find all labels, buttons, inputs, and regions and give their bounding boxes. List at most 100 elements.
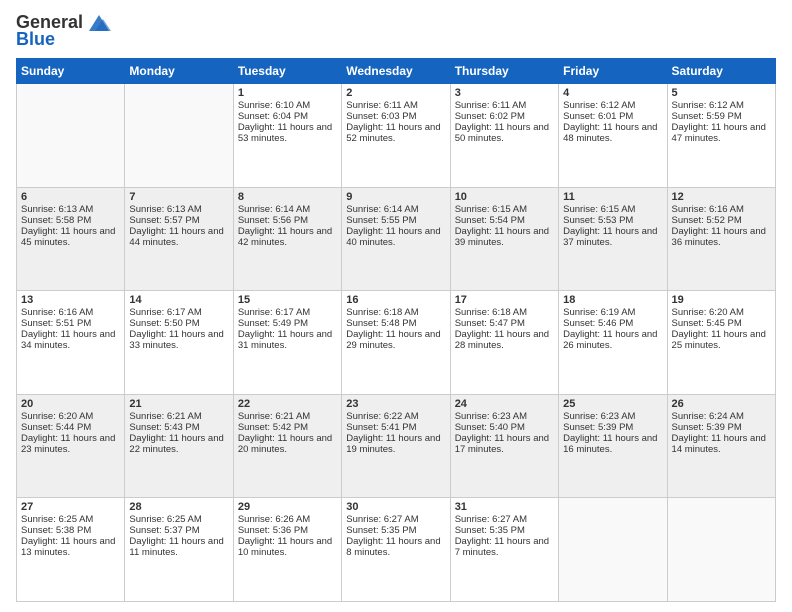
daylight-text: Daylight: 11 hours and 33 minutes. <box>129 329 228 351</box>
sunset-text: Sunset: 6:02 PM <box>455 111 554 122</box>
sunset-text: Sunset: 5:41 PM <box>346 422 445 433</box>
sunset-text: Sunset: 5:55 PM <box>346 215 445 226</box>
logo: General Blue <box>16 12 113 50</box>
calendar-cell: 16Sunrise: 6:18 AMSunset: 5:48 PMDayligh… <box>342 291 450 395</box>
calendar-cell: 5Sunrise: 6:12 AMSunset: 5:59 PMDaylight… <box>667 84 775 188</box>
sunrise-text: Sunrise: 6:17 AM <box>129 307 228 318</box>
week-row-2: 6Sunrise: 6:13 AMSunset: 5:58 PMDaylight… <box>17 187 776 291</box>
calendar-cell: 19Sunrise: 6:20 AMSunset: 5:45 PMDayligh… <box>667 291 775 395</box>
day-number: 26 <box>672 398 771 410</box>
sunset-text: Sunset: 5:46 PM <box>563 318 662 329</box>
calendar-cell: 31Sunrise: 6:27 AMSunset: 5:35 PMDayligh… <box>450 498 558 602</box>
calendar-cell: 26Sunrise: 6:24 AMSunset: 5:39 PMDayligh… <box>667 394 775 498</box>
sunset-text: Sunset: 5:42 PM <box>238 422 337 433</box>
sunrise-text: Sunrise: 6:17 AM <box>238 307 337 318</box>
daylight-text: Daylight: 11 hours and 31 minutes. <box>238 329 337 351</box>
col-header-monday: Monday <box>125 59 233 84</box>
sunrise-text: Sunrise: 6:27 AM <box>455 514 554 525</box>
sunrise-text: Sunrise: 6:13 AM <box>129 204 228 215</box>
day-number: 11 <box>563 191 662 203</box>
daylight-text: Daylight: 11 hours and 16 minutes. <box>563 433 662 455</box>
day-number: 21 <box>129 398 228 410</box>
week-row-3: 13Sunrise: 6:16 AMSunset: 5:51 PMDayligh… <box>17 291 776 395</box>
daylight-text: Daylight: 11 hours and 45 minutes. <box>21 226 120 248</box>
calendar-cell: 7Sunrise: 6:13 AMSunset: 5:57 PMDaylight… <box>125 187 233 291</box>
calendar-cell: 30Sunrise: 6:27 AMSunset: 5:35 PMDayligh… <box>342 498 450 602</box>
sunrise-text: Sunrise: 6:21 AM <box>238 411 337 422</box>
sunset-text: Sunset: 5:47 PM <box>455 318 554 329</box>
col-header-friday: Friday <box>559 59 667 84</box>
daylight-text: Daylight: 11 hours and 25 minutes. <box>672 329 771 351</box>
day-number: 13 <box>21 294 120 306</box>
daylight-text: Daylight: 11 hours and 17 minutes. <box>455 433 554 455</box>
col-header-saturday: Saturday <box>667 59 775 84</box>
day-number: 2 <box>346 87 445 99</box>
calendar-cell: 6Sunrise: 6:13 AMSunset: 5:58 PMDaylight… <box>17 187 125 291</box>
day-number: 9 <box>346 191 445 203</box>
calendar-cell: 20Sunrise: 6:20 AMSunset: 5:44 PMDayligh… <box>17 394 125 498</box>
sunset-text: Sunset: 5:50 PM <box>129 318 228 329</box>
calendar-cell: 15Sunrise: 6:17 AMSunset: 5:49 PMDayligh… <box>233 291 341 395</box>
sunset-text: Sunset: 6:01 PM <box>563 111 662 122</box>
sunset-text: Sunset: 5:57 PM <box>129 215 228 226</box>
day-number: 30 <box>346 501 445 513</box>
sunrise-text: Sunrise: 6:12 AM <box>563 100 662 111</box>
sunset-text: Sunset: 5:54 PM <box>455 215 554 226</box>
daylight-text: Daylight: 11 hours and 10 minutes. <box>238 536 337 558</box>
calendar-cell <box>559 498 667 602</box>
sunrise-text: Sunrise: 6:19 AM <box>563 307 662 318</box>
day-number: 17 <box>455 294 554 306</box>
daylight-text: Daylight: 11 hours and 37 minutes. <box>563 226 662 248</box>
daylight-text: Daylight: 11 hours and 19 minutes. <box>346 433 445 455</box>
day-number: 6 <box>21 191 120 203</box>
col-header-wednesday: Wednesday <box>342 59 450 84</box>
sunset-text: Sunset: 5:37 PM <box>129 525 228 536</box>
daylight-text: Daylight: 11 hours and 52 minutes. <box>346 122 445 144</box>
calendar-cell: 25Sunrise: 6:23 AMSunset: 5:39 PMDayligh… <box>559 394 667 498</box>
daylight-text: Daylight: 11 hours and 14 minutes. <box>672 433 771 455</box>
logo-blue: Blue <box>16 29 55 50</box>
day-number: 25 <box>563 398 662 410</box>
daylight-text: Daylight: 11 hours and 34 minutes. <box>21 329 120 351</box>
page: General Blue SundayMondayTuesdayWednesda… <box>0 0 792 612</box>
sunrise-text: Sunrise: 6:11 AM <box>455 100 554 111</box>
day-number: 24 <box>455 398 554 410</box>
week-row-5: 27Sunrise: 6:25 AMSunset: 5:38 PMDayligh… <box>17 498 776 602</box>
calendar-cell: 22Sunrise: 6:21 AMSunset: 5:42 PMDayligh… <box>233 394 341 498</box>
calendar-cell: 14Sunrise: 6:17 AMSunset: 5:50 PMDayligh… <box>125 291 233 395</box>
calendar-cell: 12Sunrise: 6:16 AMSunset: 5:52 PMDayligh… <box>667 187 775 291</box>
week-row-4: 20Sunrise: 6:20 AMSunset: 5:44 PMDayligh… <box>17 394 776 498</box>
calendar-cell: 29Sunrise: 6:26 AMSunset: 5:36 PMDayligh… <box>233 498 341 602</box>
sunrise-text: Sunrise: 6:21 AM <box>129 411 228 422</box>
daylight-text: Daylight: 11 hours and 53 minutes. <box>238 122 337 144</box>
day-number: 10 <box>455 191 554 203</box>
day-number: 31 <box>455 501 554 513</box>
calendar-cell: 8Sunrise: 6:14 AMSunset: 5:56 PMDaylight… <box>233 187 341 291</box>
day-number: 5 <box>672 87 771 99</box>
daylight-text: Daylight: 11 hours and 7 minutes. <box>455 536 554 558</box>
daylight-text: Daylight: 11 hours and 11 minutes. <box>129 536 228 558</box>
calendar-cell: 1Sunrise: 6:10 AMSunset: 6:04 PMDaylight… <box>233 84 341 188</box>
day-number: 14 <box>129 294 228 306</box>
sunset-text: Sunset: 5:49 PM <box>238 318 337 329</box>
day-number: 19 <box>672 294 771 306</box>
sunrise-text: Sunrise: 6:20 AM <box>21 411 120 422</box>
sunset-text: Sunset: 5:35 PM <box>346 525 445 536</box>
sunrise-text: Sunrise: 6:24 AM <box>672 411 771 422</box>
calendar-cell: 28Sunrise: 6:25 AMSunset: 5:37 PMDayligh… <box>125 498 233 602</box>
day-number: 27 <box>21 501 120 513</box>
calendar-cell <box>125 84 233 188</box>
daylight-text: Daylight: 11 hours and 20 minutes. <box>238 433 337 455</box>
sunrise-text: Sunrise: 6:10 AM <box>238 100 337 111</box>
day-number: 29 <box>238 501 337 513</box>
sunset-text: Sunset: 5:35 PM <box>455 525 554 536</box>
calendar-cell: 13Sunrise: 6:16 AMSunset: 5:51 PMDayligh… <box>17 291 125 395</box>
week-row-1: 1Sunrise: 6:10 AMSunset: 6:04 PMDaylight… <box>17 84 776 188</box>
daylight-text: Daylight: 11 hours and 29 minutes. <box>346 329 445 351</box>
daylight-text: Daylight: 11 hours and 42 minutes. <box>238 226 337 248</box>
sunrise-text: Sunrise: 6:25 AM <box>129 514 228 525</box>
sunrise-text: Sunrise: 6:12 AM <box>672 100 771 111</box>
sunset-text: Sunset: 6:04 PM <box>238 111 337 122</box>
daylight-text: Daylight: 11 hours and 13 minutes. <box>21 536 120 558</box>
sunrise-text: Sunrise: 6:18 AM <box>346 307 445 318</box>
